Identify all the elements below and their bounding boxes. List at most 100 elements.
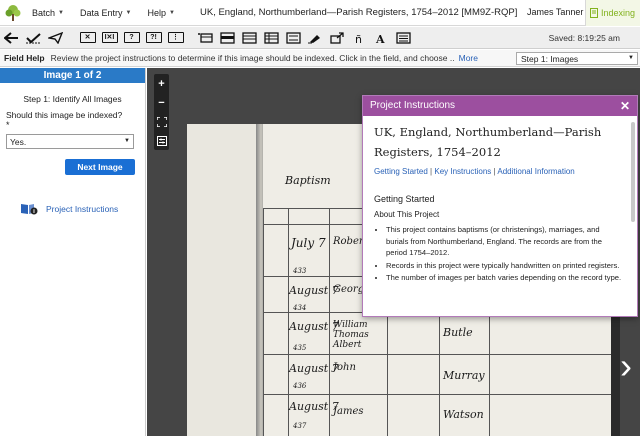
register-rule [263, 394, 611, 395]
menu-data-entry-label: Data Entry [79, 7, 123, 18]
user-name[interactable]: James Tanner [527, 7, 583, 17]
project-instructions-dialog: Project Instructions ✕ UK, England, Nort… [362, 95, 638, 317]
dialog-header: Project Instructions ✕ [363, 96, 637, 116]
chevron-down-icon: ▼ [628, 55, 634, 61]
familysearch-tree-icon[interactable] [0, 0, 26, 26]
chevron-down-icon: ▼ [168, 9, 175, 16]
entry-number: 433 [293, 267, 307, 275]
project-instructions-label: Project Instructions [46, 204, 119, 214]
link-additional-information[interactable]: Additional Information [497, 167, 574, 176]
entry-number: 434 [293, 304, 307, 312]
field-help-more-link[interactable]: More [459, 53, 478, 63]
entry-name: William Thomas Albert [333, 320, 369, 350]
instruction-bullets: This project contains baptisms (or chris… [374, 224, 624, 284]
list-item: This project contains baptisms (or chris… [386, 224, 624, 259]
svg-text:A: A [375, 33, 385, 44]
font-icon[interactable]: A [373, 29, 390, 46]
entry-name: James [333, 406, 364, 417]
entry-surname: Butle [443, 326, 473, 339]
register-rule [263, 354, 611, 355]
link-key-instructions[interactable]: Key Instructions [434, 167, 491, 176]
step-select[interactable]: Step 1: Images ▼ [516, 52, 638, 65]
image-settings-icon[interactable] [154, 131, 169, 150]
register-heading: Baptism [285, 174, 331, 187]
next-image-button[interactable]: Next Image [65, 159, 135, 175]
step-select-value: Step 1: Images [521, 53, 579, 64]
share-icon[interactable] [329, 29, 346, 46]
entry-surname: Murray [443, 369, 485, 382]
list-item: The number of images per batch varies de… [386, 272, 624, 284]
field-help-label: Field Help [4, 53, 45, 63]
section-subheading: About This Project [374, 210, 440, 219]
entry-panel: Image 1 of 2 Step 1: Identify All Images… [0, 68, 146, 436]
mark-field-icon[interactable]: I✕I [101, 29, 118, 46]
blank-field-icon[interactable]: ?! [145, 29, 162, 46]
table-icon[interactable] [263, 29, 280, 46]
required-marker: * [6, 120, 10, 130]
delete-row-icon[interactable] [241, 29, 258, 46]
unreadable-icon[interactable]: ? [123, 29, 140, 46]
entry-date: August 7 [289, 284, 339, 297]
entry-date: August 7 [289, 362, 339, 375]
panel-header: Image 1 of 2 [0, 68, 145, 83]
toolbar: ✕ I✕I ? ?! ⋮ ñ A [0, 27, 640, 49]
menu-batch[interactable]: Batch ▼ [32, 8, 64, 18]
dialog-body: UK, England, Northumberland—Parish Regis… [363, 116, 637, 316]
entry-number: 436 [293, 382, 307, 390]
check-icon[interactable] [25, 29, 42, 46]
menu-help[interactable]: Help ▼ [147, 8, 174, 18]
send-icon[interactable] [47, 29, 64, 46]
field-help-text: Review the project instructions to deter… [50, 53, 455, 63]
indexing-icon [590, 8, 598, 18]
svg-text:ñ: ñ [355, 33, 362, 44]
insert-row-icon[interactable] [219, 29, 236, 46]
hide-fields-icon[interactable] [285, 29, 302, 46]
list-item: Records in this project were typically h… [386, 260, 624, 272]
field-marker-icon[interactable]: ⋮ [167, 29, 184, 46]
index-answer-select[interactable]: Yes. ▼ [6, 134, 134, 149]
entry-name: John [333, 362, 356, 373]
project-instructions-link[interactable]: i Project Instructions [20, 203, 118, 215]
chevron-right-icon[interactable]: › [620, 345, 632, 387]
fit-screen-icon[interactable] [154, 112, 169, 131]
document-title: UK, England, Northumberland—Parish Regis… [200, 7, 518, 18]
field-name-icon[interactable]: ñ [351, 29, 368, 46]
form-view-icon[interactable] [395, 29, 412, 46]
add-record-icon[interactable] [197, 29, 214, 46]
index-answer-value: Yes. [10, 136, 27, 147]
register-rule [263, 208, 264, 436]
back-arrow-icon[interactable] [3, 29, 20, 46]
chevron-down-icon: ▼ [58, 9, 64, 16]
entry-number: 437 [293, 422, 307, 430]
step-heading: Step 1: Identify All Images [23, 94, 122, 104]
entry-number: 435 [293, 344, 307, 352]
entry-date: August 7 [289, 320, 339, 333]
tab-indexing-label: Indexing [601, 8, 636, 18]
entry-surname: Watson [443, 408, 484, 421]
instruction-links: Getting Started | Key Instructions | Add… [374, 167, 637, 176]
zoom-controls: + − [154, 74, 169, 150]
link-getting-started[interactable]: Getting Started [374, 167, 428, 176]
book-info-icon: i [21, 204, 38, 215]
chevron-down-icon: ▼ [124, 138, 130, 144]
blank-record-icon[interactable]: ✕ [79, 29, 96, 46]
menu-data-entry[interactable]: Data Entry ▼ [80, 8, 131, 18]
register-left-page [187, 124, 260, 436]
menu-help-label: Help [147, 7, 166, 18]
entry-date: July 7 [291, 236, 326, 250]
tab-indexing[interactable]: Indexing [585, 0, 640, 26]
project-title: UK, England, Northumberland—Parish Regis… [374, 125, 602, 159]
close-icon[interactable]: ✕ [620, 96, 630, 116]
zoom-in-icon[interactable]: + [154, 74, 169, 93]
menu-batch-label: Batch [32, 7, 56, 18]
index-question-label: Should this image be indexed? [6, 110, 123, 120]
highlight-icon[interactable] [307, 29, 324, 46]
saved-status: Saved: 8:19:25 am [548, 33, 620, 43]
menu-bar: Batch ▼ Data Entry ▼ Help ▼ UK, England,… [0, 0, 640, 26]
dialog-scrollbar[interactable] [631, 122, 635, 222]
section-heading: Getting Started [374, 194, 435, 204]
chevron-down-icon: ▼ [125, 9, 132, 16]
entry-date: August 7 [289, 400, 339, 413]
zoom-out-icon[interactable]: − [154, 93, 169, 112]
dialog-title: Project Instructions [370, 100, 456, 111]
